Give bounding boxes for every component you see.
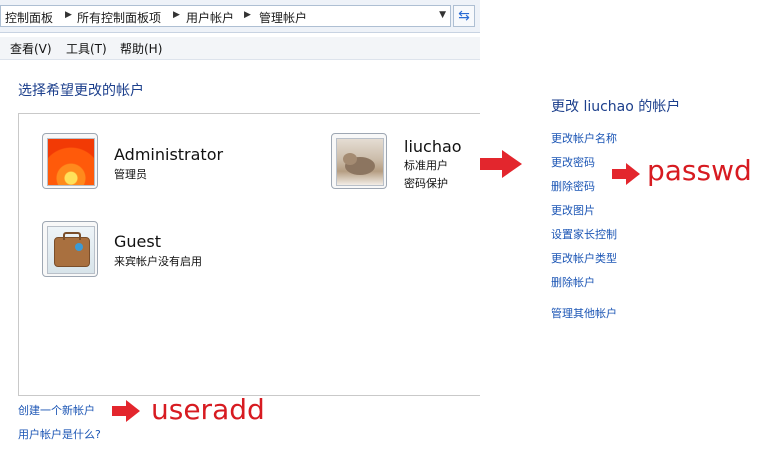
breadcrumb[interactable]: 控制面板 ▶ 所有控制面板项 ▶ 用户帐户 ▶ 管理帐户 ▼ [0,5,451,27]
crumb-manage-accounts[interactable]: 管理帐户 [259,9,307,26]
flower-icon [47,138,95,186]
cat-icon [336,138,384,186]
account-type: 管理员 [114,168,147,181]
account-type: 标准用户 [404,159,448,172]
liuchao-account-tile[interactable] [331,133,387,189]
delete-account-link[interactable]: 删除帐户 [551,274,595,290]
side-panel-title: 更改 liuchao 的帐户 [551,99,681,115]
change-picture-link[interactable]: 更改图片 [551,202,595,218]
administrator-account-tile[interactable] [42,133,98,189]
chevron-right-icon[interactable]: ▶ [244,10,251,20]
account-status: 来宾帐户没有启用 [114,255,202,268]
page-title: 选择希望更改的帐户 [18,83,144,99]
change-password-link[interactable]: 更改密码 [551,154,595,170]
arrow-right-icon [612,163,640,185]
account-name-administrator[interactable]: Administrator [114,145,223,164]
chevron-right-icon[interactable]: ▶ [173,10,180,20]
what-is-user-account-link[interactable]: 用户帐户是什么? [18,426,101,442]
chevron-down-icon[interactable]: ▼ [439,10,446,20]
account-name-liuchao[interactable]: liuchao [404,137,462,156]
passwd-annotation: passwd [647,154,752,187]
menu-tools[interactable]: 工具(T) [66,40,107,57]
useradd-annotation: useradd [151,393,265,426]
change-account-type-link[interactable]: 更改帐户类型 [551,250,617,266]
crumb-user-accounts[interactable]: 用户帐户 [186,9,234,26]
arrow-right-icon [480,150,522,178]
menu-help[interactable]: 帮助(H) [120,40,162,57]
address-bar: 控制面板 ▶ 所有控制面板项 ▶ 用户帐户 ▶ 管理帐户 ▼ ⇆ [0,0,480,33]
account-status: 密码保护 [404,177,448,190]
change-account-name-link[interactable]: 更改帐户名称 [551,130,617,146]
create-account-link[interactable]: 创建一个新帐户 [18,402,95,418]
suitcase-icon [47,226,95,274]
manage-other-accounts-link[interactable]: 管理其他帐户 [551,305,617,321]
menu-bar: 查看(V) 工具(T) 帮助(H) [0,37,480,60]
arrow-right-icon [112,400,140,422]
remove-password-link[interactable]: 删除密码 [551,178,595,194]
parental-controls-link[interactable]: 设置家长控制 [551,226,617,242]
crumb-all-items[interactable]: 所有控制面板项 [77,9,161,26]
menu-view[interactable]: 查看(V) [10,40,52,57]
crumb-control-panel[interactable]: 控制面板 [5,9,53,26]
guest-account-tile[interactable] [42,221,98,277]
refresh-icon[interactable]: ⇆ [453,5,475,27]
account-name-guest[interactable]: Guest [114,232,161,251]
chevron-right-icon[interactable]: ▶ [65,10,72,20]
accounts-panel: Administrator 管理员 liuchao 标准用户 密码保护 Gues… [18,113,480,396]
